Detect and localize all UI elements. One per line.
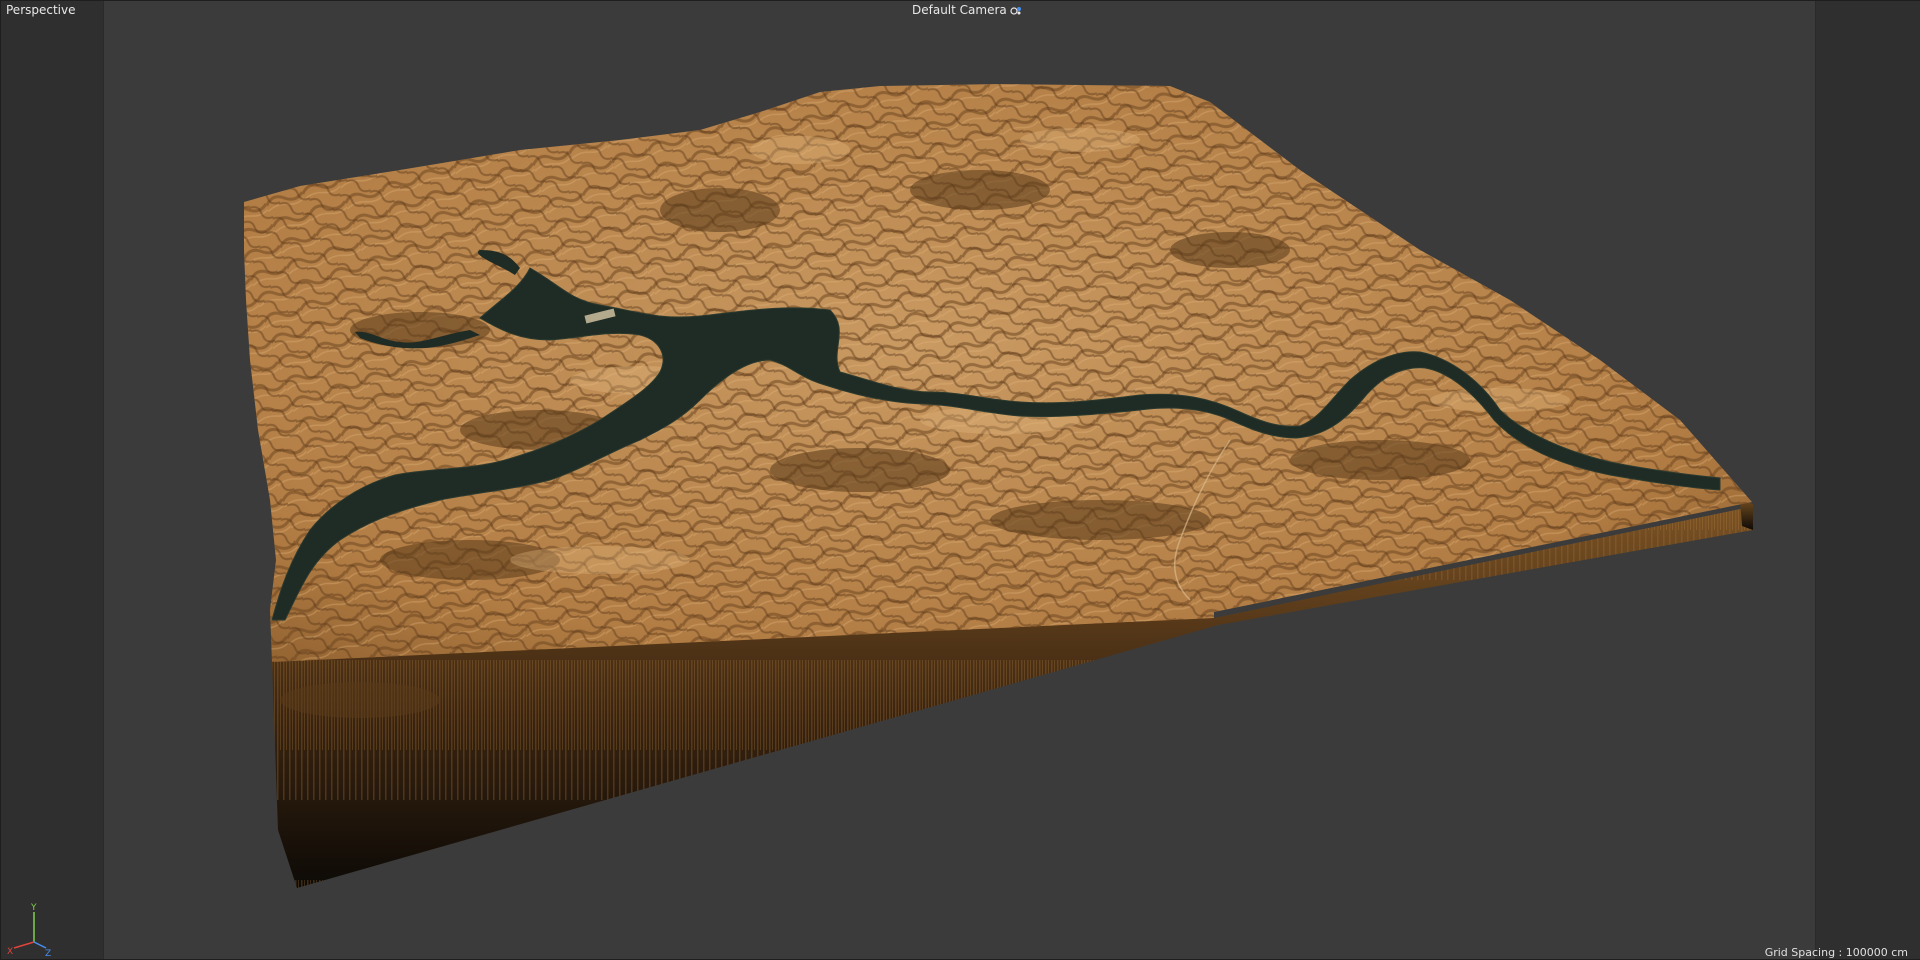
axis-gizmo: Y X Z bbox=[7, 903, 51, 956]
terrain-model[interactable] bbox=[0, 0, 1920, 959]
camera-target-icon[interactable] bbox=[1010, 5, 1022, 15]
camera-name: Default Camera bbox=[912, 3, 1007, 17]
axis-x-label: X bbox=[7, 947, 13, 956]
camera-label[interactable]: Default Camera bbox=[912, 3, 1022, 17]
axis-z-label: Z bbox=[45, 949, 51, 956]
axis-y-label: Y bbox=[30, 903, 37, 913]
grid-spacing-readout: Grid Spacing : 100000 cm bbox=[1764, 946, 1908, 959]
3d-viewport[interactable]: Perspective Default Camera Grid Spacing … bbox=[0, 0, 1920, 960]
view-name-label[interactable]: Perspective bbox=[6, 3, 76, 17]
